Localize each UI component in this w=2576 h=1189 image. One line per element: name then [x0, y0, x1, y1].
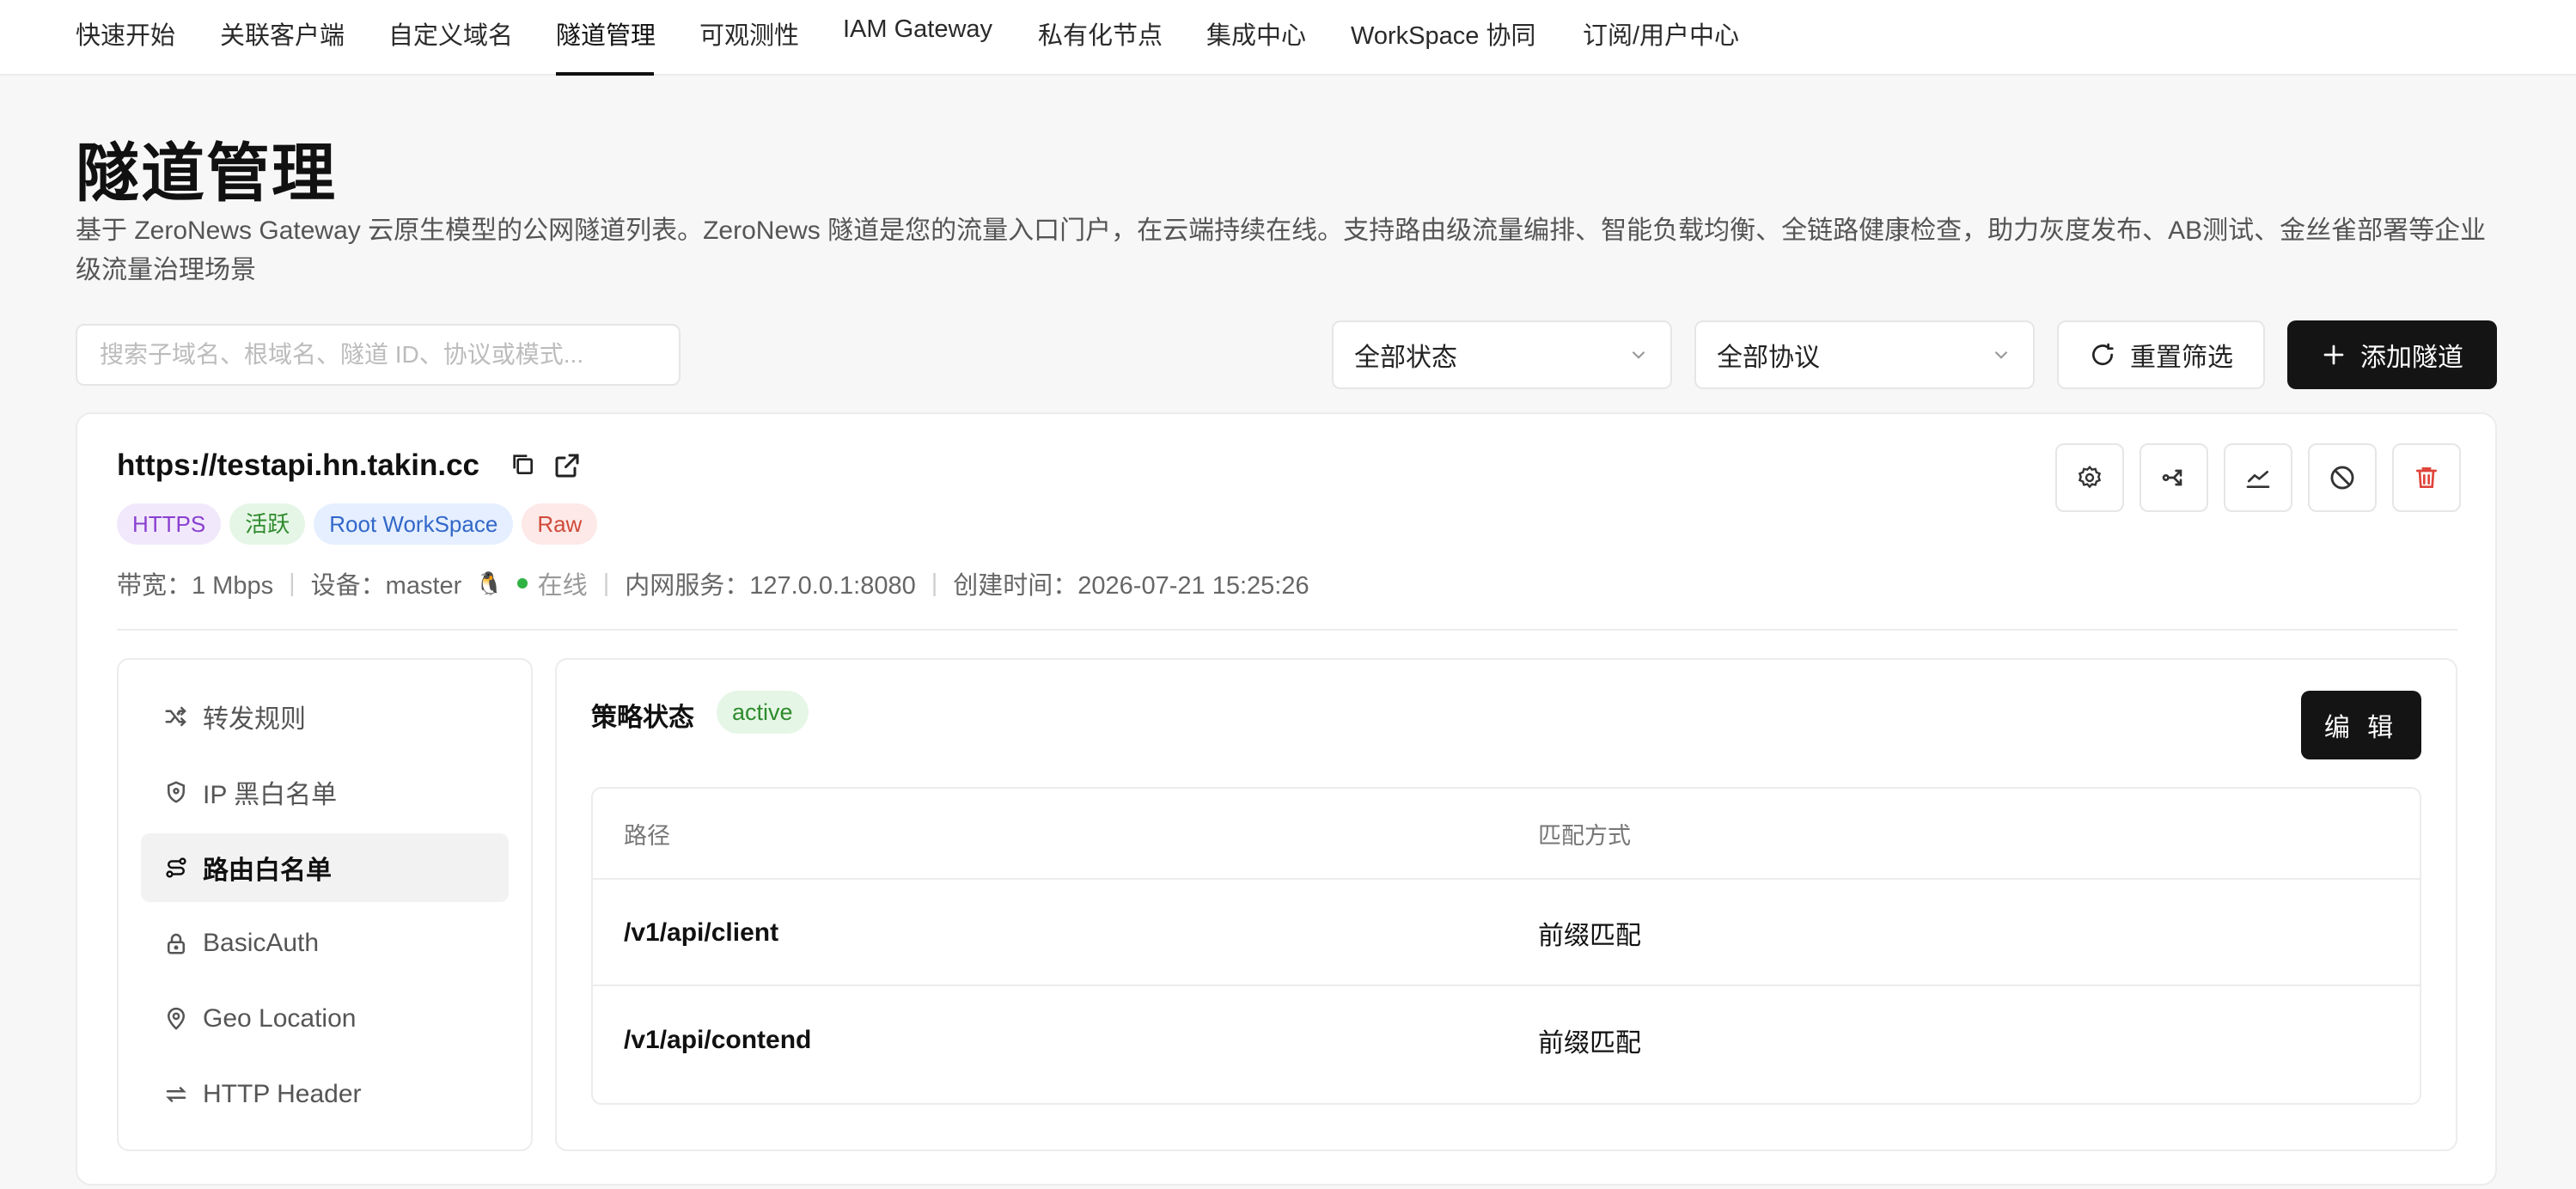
sidebar-item-label: 路由白名单	[203, 857, 332, 885]
meta-separator: |	[931, 569, 938, 597]
sidebar-item-ip-list[interactable]: IP 黑白名单	[141, 758, 509, 826]
meta-separator: |	[602, 569, 610, 597]
service-text: 内网服务：127.0.0.1:8080	[625, 572, 916, 600]
gear-icon	[2076, 464, 2103, 491]
sidebar-item-geo-location[interactable]: Geo Location	[141, 985, 509, 1053]
tunnel-actions	[2055, 443, 2461, 512]
tunnel-meta: 带宽：1 Mbps | 设备：master 🐧 在线 | 内网服务：127.0.…	[117, 565, 1309, 601]
policy-status-badge: active	[717, 691, 809, 734]
sidebar-item-route-whitelist[interactable]: 路由白名单	[141, 833, 509, 902]
chevron-down-icon	[1627, 344, 1650, 366]
protocol-select[interactable]: 全部协议	[1694, 320, 2035, 389]
status-select-value: 全部状态	[1354, 344, 1457, 372]
policy-panel: 策略状态 active 编 辑 路径 匹配方式 /v1/api/client 前…	[555, 658, 2457, 1151]
ban-icon	[2328, 463, 2357, 492]
sidebar-item-label: HTTP Header	[203, 1080, 362, 1108]
active-tab-indicator	[556, 72, 654, 76]
mode-badge: Raw	[522, 503, 598, 545]
workspace-badge: Root WorkSpace	[314, 503, 514, 545]
policy-sidebar: 转发规则 IP 黑白名单 路由白名单 BasicAuth Geo Locatio…	[117, 658, 533, 1151]
add-tunnel-label: 添加隧道	[2360, 344, 2463, 372]
protocol-select-value: 全部协议	[1717, 344, 1820, 372]
nav-private-nodes[interactable]: 私有化节点	[1038, 15, 1163, 76]
route-path: /v1/api/contend	[624, 1026, 812, 1054]
shield-icon	[163, 779, 189, 805]
route-match-type: 前缀匹配	[1538, 1029, 1641, 1058]
table-row: /v1/api/client 前缀匹配	[593, 881, 2420, 986]
nav-linked-clients[interactable]: 关联客户端	[220, 15, 345, 76]
tunnel-card: https://testapi.hn.takin.cc HTTPS 活跃 Roo…	[76, 412, 2497, 1186]
settings-button[interactable]	[2055, 443, 2124, 512]
bandwidth-text: 带宽：1 Mbps	[117, 572, 274, 600]
edit-button[interactable]: 编 辑	[2301, 691, 2421, 759]
page-title: 隧道管理	[76, 137, 337, 209]
metrics-button[interactable]	[2224, 443, 2292, 512]
sidebar-item-basic-auth[interactable]: BasicAuth	[141, 909, 509, 978]
nav-subscription[interactable]: 订阅/用户中心	[1583, 15, 1739, 76]
shuffle-icon	[163, 704, 189, 729]
sidebar-item-label: 转发规则	[203, 705, 306, 734]
disable-button[interactable]	[2308, 443, 2377, 512]
sidebar-item-label: BasicAuth	[203, 929, 320, 957]
nav-workspace[interactable]: WorkSpace 协同	[1351, 15, 1535, 76]
arrows-swap-icon	[163, 1082, 189, 1107]
map-pin-icon	[163, 1006, 189, 1032]
search-input[interactable]	[76, 324, 681, 386]
share-button[interactable]	[2140, 443, 2208, 512]
tunnel-tags: HTTPS 活跃 Root WorkSpace Raw	[117, 503, 598, 545]
copy-icon[interactable]	[509, 450, 536, 481]
online-text: 在线	[537, 572, 588, 600]
tunnel-url: https://testapi.hn.takin.cc	[117, 448, 479, 482]
page-description: 基于 ZeroNews Gateway 云原生模型的公网隧道列表。ZeroNew…	[76, 216, 2487, 284]
chart-line-icon	[2244, 464, 2272, 491]
refresh-icon	[2089, 341, 2116, 369]
column-header-path: 路径	[624, 822, 670, 849]
linux-icon: 🐧	[475, 570, 504, 596]
route-icon	[163, 855, 189, 881]
route-path: /v1/api/client	[624, 918, 779, 947]
nav-observability[interactable]: 可观测性	[699, 15, 799, 76]
status-select[interactable]: 全部状态	[1332, 320, 1672, 389]
nav-integration-center[interactable]: 集成中心	[1206, 15, 1306, 76]
policy-status-title: 策略状态	[591, 704, 694, 732]
route-match-type: 前缀匹配	[1538, 922, 1641, 950]
nav-iam-gateway[interactable]: IAM Gateway	[843, 15, 992, 76]
external-link-icon[interactable]	[552, 450, 583, 481]
trash-icon	[2413, 464, 2440, 491]
online-status-dot	[516, 578, 528, 588]
table-header: 路径 匹配方式	[593, 789, 2420, 880]
table-row: /v1/api/contend 前缀匹配	[593, 988, 2420, 1093]
reset-filter-button[interactable]: 重置筛选	[2057, 320, 2265, 389]
reset-filter-label: 重置筛选	[2130, 344, 2233, 372]
card-divider	[117, 629, 2457, 631]
created-time-text: 创建时间：2026-07-21 15:25:26	[953, 572, 1309, 600]
meta-separator: |	[289, 569, 296, 597]
add-tunnel-button[interactable]: 添加隧道	[2287, 320, 2497, 389]
sidebar-item-label: IP 黑白名单	[203, 781, 338, 809]
nav-quick-start[interactable]: 快速开始	[76, 15, 175, 76]
chevron-down-icon	[1990, 344, 2012, 366]
lock-icon	[163, 930, 189, 956]
device-text: 设备：master	[310, 572, 462, 600]
sidebar-item-label: Geo Location	[203, 1004, 357, 1033]
nav-custom-domain[interactable]: 自定义域名	[388, 15, 513, 76]
branch-icon	[2160, 464, 2188, 491]
plus-icon	[2321, 342, 2347, 368]
protocol-badge: HTTPS	[117, 503, 222, 545]
nav-tunnel-management[interactable]: 隧道管理	[556, 15, 656, 76]
delete-button[interactable]	[2392, 443, 2461, 512]
route-table: 路径 匹配方式 /v1/api/client 前缀匹配 /v1/api/cont…	[591, 787, 2421, 1105]
column-header-match: 匹配方式	[1538, 822, 1631, 849]
sidebar-item-forward-rules[interactable]: 转发规则	[141, 682, 509, 751]
top-nav: 快速开始 关联客户端 自定义域名 隧道管理 可观测性 IAM Gateway 私…	[0, 0, 2576, 76]
state-badge: 活跃	[229, 503, 306, 545]
sidebar-item-http-header[interactable]: HTTP Header	[141, 1060, 509, 1129]
